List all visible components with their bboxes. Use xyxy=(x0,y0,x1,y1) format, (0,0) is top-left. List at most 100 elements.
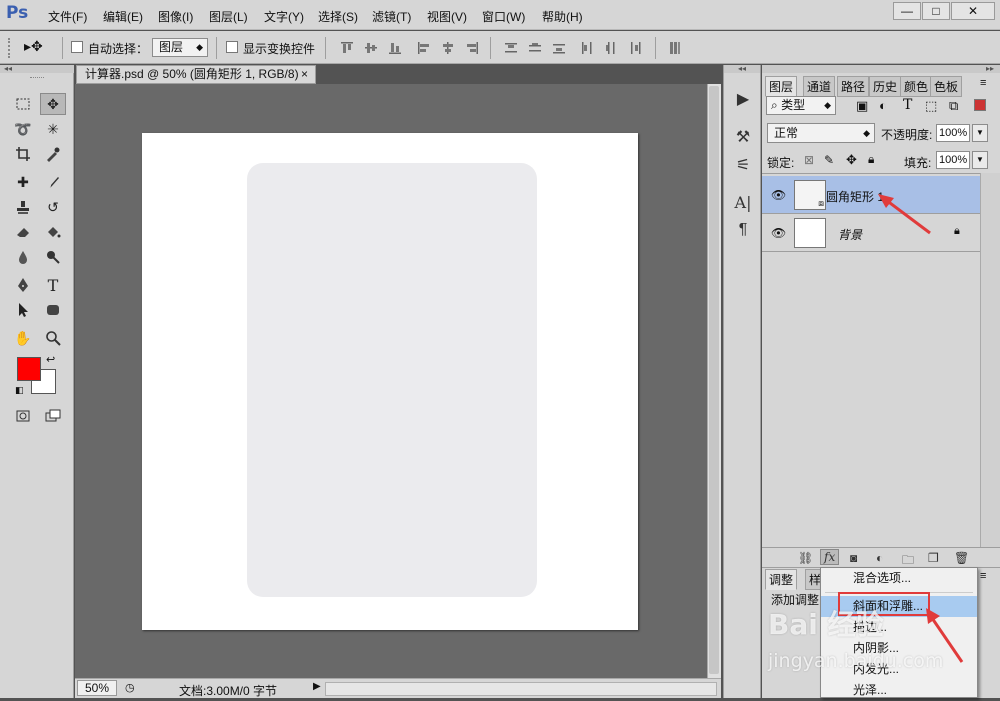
align-left-icon[interactable] xyxy=(417,41,431,55)
fill-slider-arrow-icon[interactable]: ▼ xyxy=(972,151,988,169)
menu-filter[interactable]: 滤镜(T) xyxy=(372,8,411,25)
filter-type-icon[interactable]: T xyxy=(903,97,912,113)
zoom-tool-icon[interactable] xyxy=(40,327,66,349)
tab-adjustments[interactable]: 调整 xyxy=(765,569,798,590)
brush-tool-icon[interactable] xyxy=(40,171,66,193)
magic-wand-tool-icon[interactable]: ✳ xyxy=(40,118,66,140)
fill-input[interactable]: 100% xyxy=(936,151,970,169)
filter-smart-object-icon[interactable]: ⧉ xyxy=(949,98,958,114)
align-hcenter-icon[interactable] xyxy=(441,41,455,55)
tab-channels[interactable]: 通道 xyxy=(803,76,836,97)
paint-bucket-tool-icon[interactable] xyxy=(40,221,66,243)
blur-tool-icon[interactable] xyxy=(10,246,36,268)
swap-colors-icon[interactable]: ↩ xyxy=(46,353,55,366)
distribute-hcenter-icon[interactable] xyxy=(604,41,618,55)
delete-layer-icon[interactable]: 🗑︎ xyxy=(954,551,969,565)
dock-collapse-icon[interactable]: ◂◂ xyxy=(724,65,760,73)
panel-collapse-icon[interactable]: ▸▸ xyxy=(762,65,1000,73)
lock-transparent-icon[interactable]: ⊠ xyxy=(804,153,814,167)
new-adjustment-icon[interactable]: ◐ xyxy=(876,551,883,565)
quick-mask-icon[interactable] xyxy=(10,405,36,427)
lock-pixels-icon[interactable]: ✎ xyxy=(824,153,834,167)
panel-menu-icon[interactable]: ≡ xyxy=(980,570,986,582)
auto-select-dropdown[interactable]: 图层 ◆ xyxy=(152,38,208,57)
menu-edit[interactable]: 编辑(E) xyxy=(103,8,143,25)
tab-layers[interactable]: 图层 xyxy=(765,76,798,97)
auto-align-icon[interactable] xyxy=(668,41,682,55)
align-top-icon[interactable] xyxy=(340,41,354,55)
horizontal-scrollbar[interactable] xyxy=(325,682,717,696)
new-layer-icon[interactable]: ❐ xyxy=(928,551,939,565)
lock-all-icon[interactable]: 🔒︎ xyxy=(868,152,874,167)
distribute-left-icon[interactable] xyxy=(580,41,594,55)
type-tool-icon[interactable]: T xyxy=(40,274,66,296)
move-tool-icon[interactable]: ✥ xyxy=(40,93,66,115)
history-brush-tool-icon[interactable]: ↺ xyxy=(40,196,66,218)
distribute-vcenter-icon[interactable] xyxy=(528,41,542,55)
distribute-right-icon[interactable] xyxy=(628,41,642,55)
clone-stamp-tool-icon[interactable] xyxy=(10,196,36,218)
menu-type[interactable]: 文字(Y) xyxy=(264,8,304,25)
layer-filter-dropdown[interactable]: ⌕ 类型 ◆ xyxy=(766,96,836,115)
hand-tool-icon[interactable]: ✋ xyxy=(10,327,36,349)
menu-layer[interactable]: 图层(L) xyxy=(209,8,248,25)
minimize-button[interactable]: — xyxy=(893,2,921,20)
path-selection-tool-icon[interactable] xyxy=(10,299,36,321)
eraser-tool-icon[interactable] xyxy=(10,221,36,243)
restore-button[interactable]: □ xyxy=(922,2,950,20)
tool-presets-icon[interactable]: ⚒ xyxy=(732,127,754,149)
tab-color[interactable]: 颜色 xyxy=(900,76,933,97)
actions-panel-icon[interactable]: ▶ xyxy=(732,89,754,111)
menu-image[interactable]: 图像(I) xyxy=(158,8,193,25)
filter-shape-icon[interactable]: ⬚ xyxy=(925,98,937,114)
status-menu-arrow-icon[interactable]: ▶ xyxy=(313,681,321,692)
opacity-slider-arrow-icon[interactable]: ▼ xyxy=(972,124,988,142)
align-bottom-icon[interactable] xyxy=(388,41,402,55)
lock-position-icon[interactable]: ✥ xyxy=(846,152,857,168)
character-panel-icon[interactable]: A| xyxy=(732,193,754,215)
menu-file[interactable]: 文件(F) xyxy=(48,8,87,25)
fx-icon[interactable]: fx xyxy=(820,549,840,565)
toolbox-collapse-icon[interactable]: ◂◂ xyxy=(0,65,74,73)
screen-mode-icon[interactable] xyxy=(40,405,66,427)
lasso-tool-icon[interactable]: ➰ xyxy=(10,118,36,140)
align-right-icon[interactable] xyxy=(465,41,479,55)
rounded-rectangle-shape[interactable] xyxy=(247,163,537,597)
filter-pixel-icon[interactable]: ▣ xyxy=(856,98,868,114)
menu-view[interactable]: 视图(V) xyxy=(427,8,467,25)
default-colors-icon[interactable]: ◧ xyxy=(15,385,24,396)
brush-panel-icon[interactable]: ⚟ xyxy=(732,155,754,177)
visibility-eye-icon[interactable]: 👁︎ xyxy=(771,226,786,240)
align-vcenter-icon[interactable] xyxy=(364,41,378,55)
close-tab-icon[interactable]: × xyxy=(301,66,308,83)
pen-tool-icon[interactable] xyxy=(10,274,36,296)
opacity-input[interactable]: 100% xyxy=(936,124,970,142)
close-button[interactable]: ✕ xyxy=(951,2,995,20)
menu-window[interactable]: 窗口(W) xyxy=(482,8,525,25)
zoom-field[interactable]: 50% xyxy=(77,680,117,696)
show-transform-checkbox[interactable] xyxy=(226,41,238,53)
blend-mode-dropdown[interactable]: 正常 ◆ xyxy=(767,123,875,143)
scrollbar-thumb[interactable] xyxy=(709,86,719,674)
link-layers-icon[interactable]: ⛓ xyxy=(798,551,813,565)
menu-select[interactable]: 选择(S) xyxy=(318,8,358,25)
dodge-tool-icon[interactable] xyxy=(40,246,66,268)
document-tab[interactable]: 计算器.psd @ 50% (圆角矩形 1, RGB/8) × xyxy=(76,65,316,84)
distribute-top-icon[interactable] xyxy=(504,41,518,55)
paragraph-panel-icon[interactable]: ¶ xyxy=(732,221,754,243)
add-mask-icon[interactable]: ◙ xyxy=(850,551,857,565)
tab-paths[interactable]: 路径 xyxy=(837,76,870,97)
crop-tool-icon[interactable] xyxy=(10,143,36,165)
healing-brush-tool-icon[interactable]: ✚ xyxy=(10,171,36,193)
distribute-bottom-icon[interactable] xyxy=(552,41,566,55)
auto-select-checkbox[interactable] xyxy=(71,41,83,53)
menu-help[interactable]: 帮助(H) xyxy=(542,8,583,25)
menu-item-blending-options[interactable]: 混合选项... xyxy=(821,568,977,589)
tab-swatches[interactable]: 色板 xyxy=(930,76,963,97)
eyedropper-tool-icon[interactable] xyxy=(40,143,66,165)
foreground-color-swatch[interactable] xyxy=(17,357,41,381)
layer-name[interactable]: 背景 xyxy=(838,226,862,243)
layers-scrollbar[interactable] xyxy=(980,173,1000,611)
shape-tool-icon[interactable] xyxy=(40,299,66,321)
visibility-eye-icon[interactable]: 👁︎ xyxy=(771,188,786,202)
